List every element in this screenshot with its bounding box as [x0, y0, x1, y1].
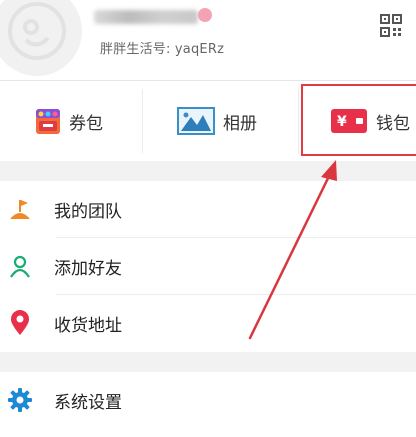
avatar[interactable] — [0, 0, 82, 76]
list-item-label: 收货地址 — [54, 315, 122, 336]
section-gap — [0, 161, 416, 181]
user-badge-icon — [198, 8, 212, 22]
team-flag-icon — [8, 197, 32, 221]
location-pin-icon — [8, 310, 32, 335]
profile-header[interactable]: 胖胖生活号: yaqERz — [0, 0, 416, 80]
list-item-shipping-address[interactable]: 收货地址 — [0, 295, 416, 351]
list-item-system-settings[interactable]: 系统设置 — [0, 372, 416, 428]
list-item-label: 系统设置 — [54, 392, 122, 413]
coupon-button[interactable]: 券包 — [35, 81, 103, 161]
coupon-label: 券包 — [69, 113, 103, 134]
album-button[interactable]: 相册 — [177, 81, 257, 161]
quickbar-separator — [298, 89, 299, 153]
coupon-icon — [36, 109, 60, 134]
list-item-label: 我的团队 — [54, 201, 122, 222]
album-icon — [177, 107, 215, 135]
user-id-label: 胖胖生活号: yaqERz — [100, 42, 225, 57]
username-obscured — [94, 10, 198, 24]
qr-code-icon[interactable] — [380, 14, 402, 38]
gear-icon — [8, 388, 32, 412]
user-avatar-icon — [8, 2, 66, 60]
section-gap — [0, 352, 416, 372]
list-item-my-team[interactable]: 我的团队 — [0, 181, 416, 237]
list-item-add-friend[interactable]: 添加好友 — [0, 238, 416, 294]
list-item-label: 添加好友 — [54, 258, 122, 279]
album-label: 相册 — [223, 113, 257, 134]
quickbar-separator — [142, 89, 143, 153]
wallet-highlight-box — [301, 84, 416, 156]
add-friend-icon — [8, 254, 32, 278]
